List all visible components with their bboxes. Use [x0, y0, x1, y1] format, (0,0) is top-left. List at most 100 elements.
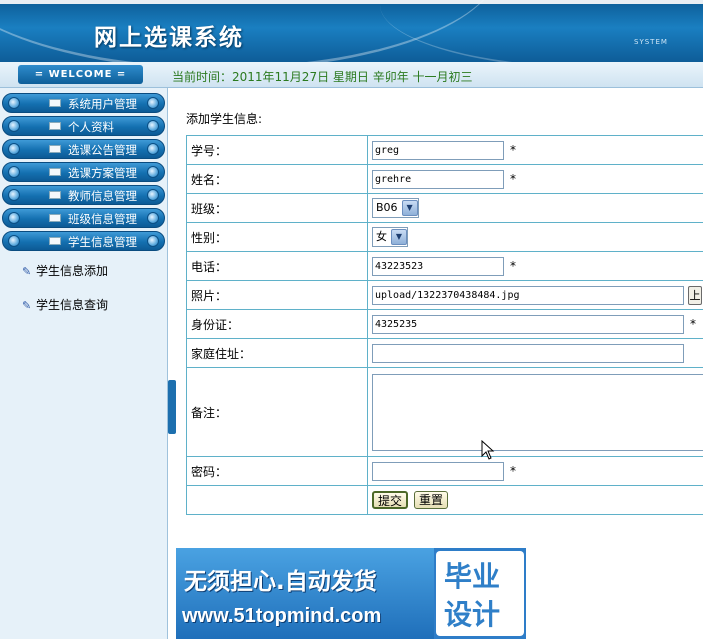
envelope-icon [49, 214, 61, 222]
form-row-address: 家庭住址： [186, 338, 703, 368]
bullet-icon [147, 189, 159, 201]
reset-button[interactable]: 重置 [414, 491, 449, 509]
field-label: 性别： [186, 222, 368, 252]
form-row-phone: 电话： 43223523 * [186, 251, 703, 281]
bullet-icon [8, 166, 20, 178]
bullet-icon [8, 120, 20, 132]
system-tag: SYSTEM [634, 38, 668, 46]
bullet-icon [147, 212, 159, 224]
form-row-class: 班级： B06 ▼ [186, 193, 703, 223]
welcome-badge: = WELCOME = [18, 65, 143, 84]
field-label: 备注： [186, 367, 368, 457]
form-title: 添加学生信息: [186, 112, 263, 126]
sidebar-item-label: 系统用户管理 [68, 97, 137, 111]
sidebar-item-profile[interactable]: 个人资料 [2, 116, 165, 136]
bullet-icon [8, 212, 20, 224]
remark-textarea[interactable] [372, 373, 703, 451]
sidebar-item-label: 个人资料 [68, 120, 114, 134]
ad-right-top: 毕业 [444, 560, 501, 593]
ad-right-bottom: 设计 [444, 598, 501, 631]
student-id-input[interactable]: greg [372, 140, 504, 160]
chevron-down-icon[interactable]: ▼ [401, 200, 418, 216]
envelope-icon [49, 237, 61, 245]
sidebar-item-label: 学生信息管理 [68, 235, 137, 249]
address-input[interactable] [372, 343, 684, 363]
name-input[interactable]: grehre [372, 169, 504, 189]
field-label: 照片： [186, 280, 368, 310]
form-row-password: 密码： * [186, 456, 703, 486]
field-label: 电话： [186, 251, 368, 281]
bullet-icon [147, 166, 159, 178]
student-form-table: 学号： greg * 姓名： grehre * 班级： B06 ▼ 性别： 女 ▼ 电话… [186, 135, 703, 515]
sidebar-item-label: 选课方案管理 [68, 166, 137, 180]
sidebar-item-student-management[interactable]: 学生信息管理 [2, 231, 165, 251]
form-row-name: 姓名： grehre * [186, 164, 703, 194]
bullet-icon [8, 189, 20, 201]
form-row-idcard: 身份证： 4325235 * [186, 309, 703, 339]
phone-input[interactable]: 43223523 [372, 256, 504, 276]
envelope-icon [49, 99, 61, 107]
field-label: 班级： [186, 193, 368, 223]
required-mark: * [690, 317, 696, 331]
class-select[interactable]: B06 ▼ [372, 198, 419, 218]
sidebar-collapse-handle[interactable] [168, 380, 176, 434]
ad-banner[interactable]: 无须担心.自动发货 www.51topmind.com 毕业 设计 [176, 548, 526, 639]
chevron-down-icon[interactable]: ▼ [391, 229, 407, 245]
submit-button[interactable]: 提交 [372, 491, 409, 509]
class-select-value: B06 [376, 201, 398, 214]
sidebar-item-class-management[interactable]: 班级信息管理 [2, 208, 165, 228]
form-row-photo: 照片： upload/1322370438484.jpg 上 [186, 280, 703, 310]
app-header: 网上选课系统 SYSTEM [0, 0, 703, 62]
sidebar: 系统用户管理 个人资料 选课公告管理 选课方案管理 教师信息管理 班级信息管理 … [0, 88, 168, 639]
form-row-student-id: 学号： greg * [186, 135, 703, 165]
field-label: 身份证： [186, 309, 368, 339]
field-label: 姓名： [186, 164, 368, 194]
empty-cell [186, 485, 368, 515]
sidebar-item-plan-management[interactable]: 选课方案管理 [2, 162, 165, 182]
pencil-icon: ✎ [22, 299, 32, 312]
required-mark: * [510, 143, 516, 157]
field-label: 学号： [186, 135, 368, 165]
ad-url: www.51topmind.com [182, 605, 382, 627]
ad-left-panel: 无须担心.自动发货 www.51topmind.com [176, 548, 434, 639]
ad-slogan: 无须担心.自动发货 [184, 569, 377, 595]
field-label: 家庭住址： [186, 338, 368, 368]
bullet-icon [8, 143, 20, 155]
mouse-cursor-icon [481, 440, 495, 460]
sidebar-item-label: 班级信息管理 [68, 212, 137, 226]
sidebar-subitem-add-student[interactable]: ✎ 学生信息添加 [22, 262, 108, 279]
envelope-icon [49, 145, 61, 153]
current-datetime: 当前时间：2011年11月27日 星期日 辛卯年 十一月初三 [172, 70, 473, 84]
bullet-icon [8, 97, 20, 109]
required-mark: * [510, 172, 516, 186]
gender-select-value: 女 [376, 230, 387, 243]
bullet-icon [147, 235, 159, 247]
required-mark: * [510, 464, 516, 478]
sidebar-item-label: 选课公告管理 [68, 143, 137, 157]
bullet-icon [8, 235, 20, 247]
field-label: 密码： [186, 456, 368, 486]
sidebar-subitem-query-student[interactable]: ✎ 学生信息查询 [22, 296, 108, 313]
bullet-icon [147, 97, 159, 109]
form-row-remark: 备注： [186, 367, 703, 457]
photo-path-input[interactable]: upload/1322370438484.jpg [372, 285, 684, 305]
sidebar-item-notice-management[interactable]: 选课公告管理 [2, 139, 165, 159]
upload-button[interactable]: 上 [688, 285, 702, 305]
pencil-icon: ✎ [22, 265, 32, 278]
bullet-icon [147, 143, 159, 155]
gender-select[interactable]: 女 ▼ [372, 227, 408, 247]
sidebar-item-teacher-management[interactable]: 教师信息管理 [2, 185, 165, 205]
sidebar-subitem-label: 学生信息查询 [36, 298, 109, 312]
app-title: 网上选课系统 [94, 24, 244, 51]
form-row-actions: 提交 重置 [186, 485, 703, 515]
bullet-icon [147, 120, 159, 132]
password-input[interactable] [372, 461, 504, 481]
envelope-icon [49, 122, 61, 130]
sidebar-item-label: 教师信息管理 [68, 189, 137, 203]
form-row-gender: 性别： 女 ▼ [186, 222, 703, 252]
sidebar-item-user-management[interactable]: 系统用户管理 [2, 93, 165, 113]
ad-right-panel: 毕业 设计 [436, 551, 524, 636]
idcard-input[interactable]: 4325235 [372, 314, 684, 334]
sidebar-subitem-label: 学生信息添加 [36, 264, 109, 278]
required-mark: * [510, 259, 516, 273]
